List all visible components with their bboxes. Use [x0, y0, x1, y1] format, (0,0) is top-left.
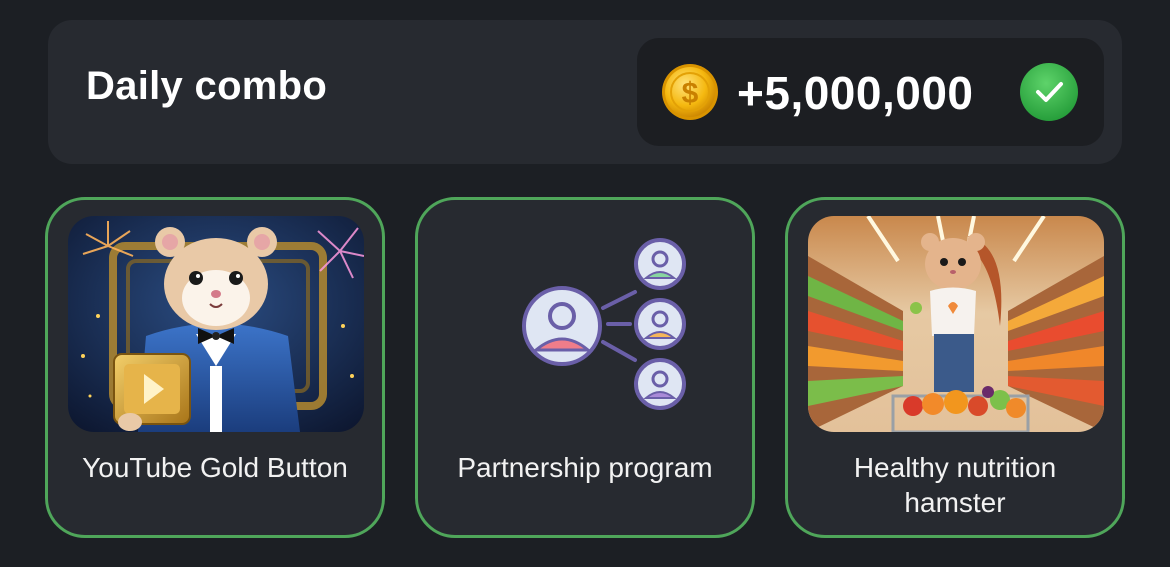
- daily-combo-header: Daily combo $ +5,000,000: [48, 20, 1122, 164]
- hamster-supermarket-image: [808, 216, 1104, 432]
- reward-amount: +5,000,000: [737, 67, 974, 119]
- daily-combo-screen: Daily combo $ +5,000,000 YouTube Gold Bu…: [0, 0, 1170, 567]
- partnership-network-icon: [438, 216, 734, 432]
- combo-card-healthy-nutrition-hamster[interactable]: Healthy nutrition hamster: [785, 197, 1125, 538]
- combo-card-label-line2: hamster: [904, 487, 1006, 518]
- combo-card-youtube-gold-button[interactable]: YouTube Gold Button: [45, 197, 385, 538]
- daily-combo-title: Daily combo: [86, 64, 328, 108]
- check-circle-icon: [1020, 63, 1078, 121]
- combo-card-partnership-program[interactable]: Partnership program: [415, 197, 755, 538]
- hamster-youtube-gold-button-image: [68, 216, 364, 432]
- svg-text:$: $: [682, 77, 699, 110]
- combo-card-label: Healthy nutrition hamster: [798, 450, 1112, 520]
- combo-card-label-line1: Healthy nutrition: [853, 452, 1057, 483]
- combo-card-label: Partnership program: [457, 452, 713, 483]
- reward-badge: $ +5,000,000: [637, 38, 1104, 146]
- combo-card-label: YouTube Gold Button: [82, 452, 348, 483]
- coin-icon: $: [662, 64, 718, 120]
